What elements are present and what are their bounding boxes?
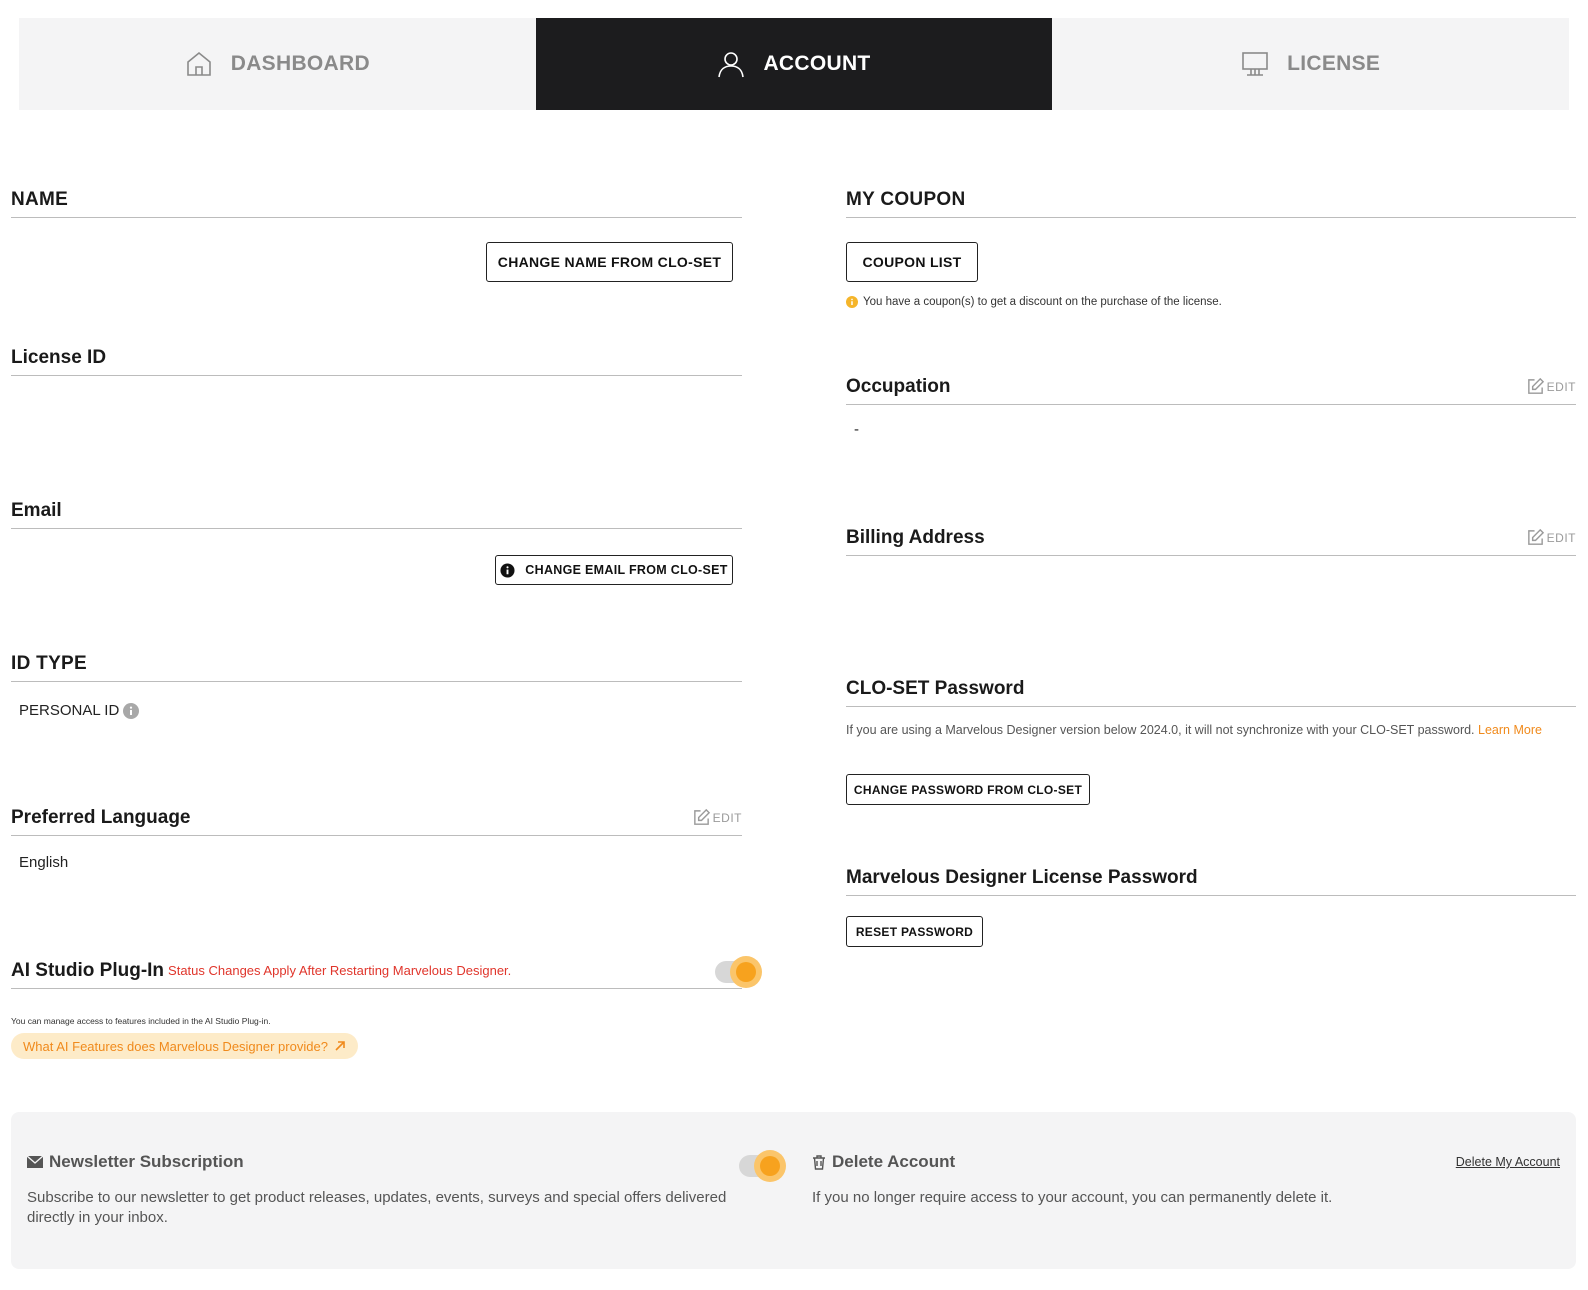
home-icon xyxy=(186,51,211,76)
info-circle-icon[interactable] xyxy=(123,702,140,719)
info-icon xyxy=(500,562,515,578)
ai-plugin-note: You can manage access to features includ… xyxy=(11,1016,271,1026)
external-link-icon xyxy=(335,1041,345,1051)
info-icon xyxy=(846,296,858,308)
coupon-info: You have a coupon(s) to get a discount o… xyxy=(863,296,1222,308)
tab-dashboard-label: DASHBOARD xyxy=(230,52,370,75)
language-section: Preferred Language EDIT English xyxy=(11,800,742,871)
language-title: Preferred Language xyxy=(11,807,191,828)
occupation-title: Occupation xyxy=(846,376,951,397)
learn-more-link[interactable]: Learn More xyxy=(1478,723,1542,737)
monitor-icon xyxy=(1242,52,1268,76)
account-options-panel: Newsletter Subscription Subscribe to our… xyxy=(11,1112,1576,1269)
ai-features-link[interactable]: What AI Features does Marvelous Designer… xyxy=(11,1033,358,1059)
envelope-icon xyxy=(27,1156,43,1168)
reset-password-button[interactable]: RESET PASSWORD xyxy=(846,916,983,947)
ai-features-link-label: What AI Features does Marvelous Designer… xyxy=(23,1038,328,1054)
edit-icon xyxy=(1527,377,1544,394)
delete-account-desc: If you no longer require access to your … xyxy=(812,1189,1333,1206)
billing-edit-button[interactable]: EDIT xyxy=(1526,528,1576,547)
tab-dashboard[interactable]: DASHBOARD xyxy=(19,18,536,110)
delete-my-account-link[interactable]: Delete My Account xyxy=(1456,1155,1560,1169)
ai-plugin-title: AI Studio Plug-In xyxy=(11,960,165,981)
newsletter-heading: Newsletter Subscription xyxy=(27,1152,244,1172)
user-icon xyxy=(718,52,745,78)
md-password-title: Marvelous Designer License Password xyxy=(846,867,1198,888)
md-password-section: Marvelous Designer License Password RESE… xyxy=(846,860,1576,947)
id-type-section: ID TYPE PERSONAL ID xyxy=(11,646,742,719)
tab-account-label: ACCOUNT xyxy=(763,52,871,75)
delete-account-title: Delete Account xyxy=(832,1152,956,1171)
language-edit-button[interactable]: EDIT xyxy=(692,808,742,827)
coupon-list-button[interactable]: COUPON LIST xyxy=(846,242,978,282)
id-type-title: ID TYPE xyxy=(11,653,88,674)
closet-password-info: If you are using a Marvelous Designer ve… xyxy=(846,723,1475,737)
ai-plugin-warning: Status Changes Apply After Restarting Ma… xyxy=(168,963,512,978)
occupation-value: - xyxy=(854,421,859,438)
change-email-label: CHANGE EMAIL FROM CLO-SET xyxy=(525,563,728,577)
edit-icon xyxy=(1527,528,1544,545)
email-section: Email CHANGE EMAIL FROM CLO-SET xyxy=(11,493,742,585)
language-value: English xyxy=(19,854,69,871)
trash-icon xyxy=(813,1154,825,1170)
id-type-value: PERSONAL ID xyxy=(19,702,120,719)
newsletter-title: Newsletter Subscription xyxy=(49,1152,244,1171)
ai-plugin-section: AI Studio Plug-In Status Changes Apply A… xyxy=(11,953,762,1059)
newsletter-desc: Subscribe to our newsletter to get produ… xyxy=(27,1189,727,1226)
name-title: NAME xyxy=(11,189,69,210)
tab-license[interactable]: LICENSE xyxy=(1052,18,1569,110)
closet-password-title: CLO-SET Password xyxy=(846,678,1025,699)
billing-section: Billing Address EDIT xyxy=(846,520,1576,556)
language-edit-label: EDIT xyxy=(712,810,742,825)
billing-edit-label: EDIT xyxy=(1546,530,1576,545)
occupation-section: Occupation EDIT - xyxy=(846,369,1576,438)
license-id-title: License ID xyxy=(11,347,107,368)
occupation-edit-button[interactable]: EDIT xyxy=(1526,377,1576,396)
tab-account[interactable]: ACCOUNT xyxy=(535,18,1053,110)
tab-license-label: LICENSE xyxy=(1287,52,1381,75)
edit-icon xyxy=(693,808,710,825)
change-email-button[interactable]: CHANGE EMAIL FROM CLO-SET xyxy=(495,555,733,585)
coupon-section: MY COUPON COUPON LIST You have a coupon(… xyxy=(846,182,1576,308)
main-tabs: DASHBOARD ACCOUNT LICENSE xyxy=(19,18,1569,110)
occupation-edit-label: EDIT xyxy=(1546,379,1576,394)
billing-title: Billing Address xyxy=(846,527,985,548)
delete-account-heading: Delete Account xyxy=(812,1152,955,1172)
name-section: NAME CHANGE NAME FROM CLO-SET xyxy=(11,182,742,282)
change-password-button[interactable]: CHANGE PASSWORD FROM CLO-SET xyxy=(846,774,1090,805)
newsletter-toggle[interactable] xyxy=(739,1150,786,1182)
closet-password-section: CLO-SET Password If you are using a Marv… xyxy=(846,671,1576,805)
ai-plugin-toggle[interactable] xyxy=(715,956,762,988)
coupon-title: MY COUPON xyxy=(846,189,966,210)
email-title: Email xyxy=(11,500,62,521)
license-id-section: License ID xyxy=(11,340,742,376)
change-name-button[interactable]: CHANGE NAME FROM CLO-SET xyxy=(486,242,733,282)
